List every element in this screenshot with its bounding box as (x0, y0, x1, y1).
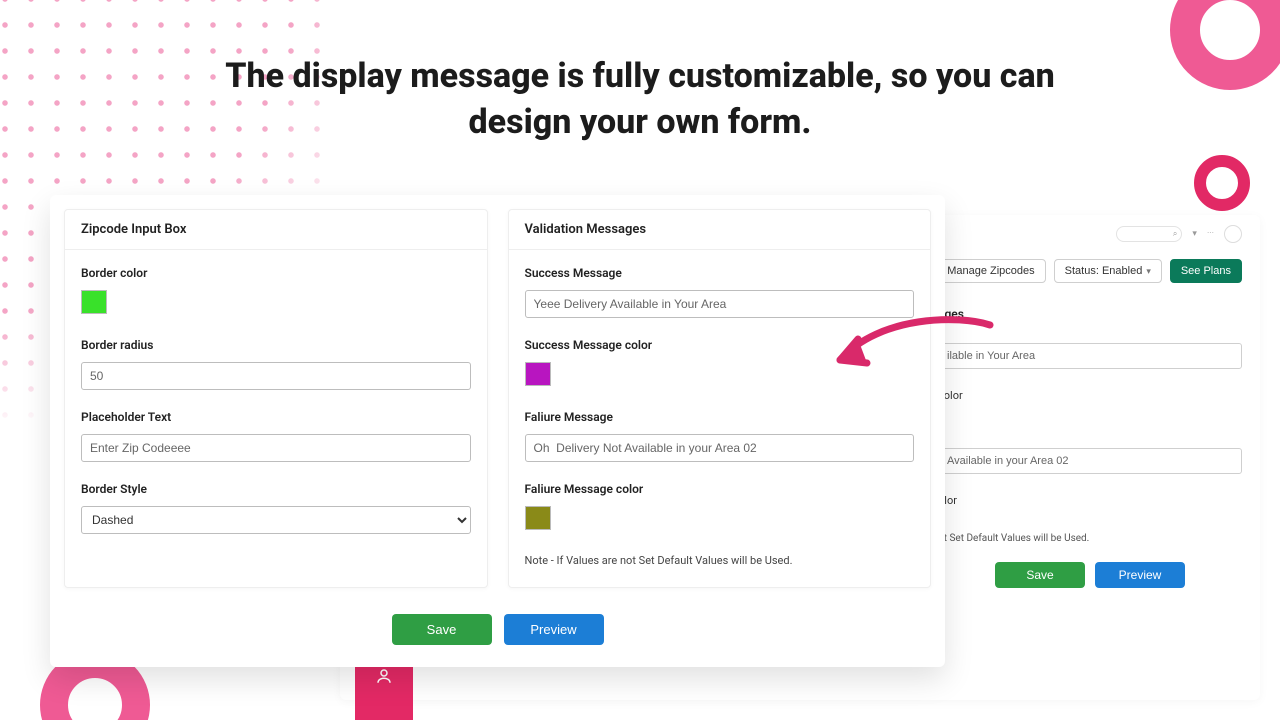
failure-message-label: Faliure Message (525, 410, 915, 424)
foreground-settings-panel: Zipcode Input Box Border color Border ra… (50, 195, 945, 667)
preview-button[interactable]: Preview (504, 614, 604, 645)
border-radius-input[interactable] (81, 362, 471, 390)
border-radius-label: Border radius (81, 338, 471, 352)
dropdown-caret-icon[interactable]: ▾ (1192, 229, 1197, 239)
avatar[interactable] (1224, 225, 1242, 243)
see-plans-button[interactable]: See Plans (1170, 259, 1242, 283)
defaults-note: Note - If Values are not Set Default Val… (525, 554, 915, 567)
success-color-swatch[interactable] (525, 362, 551, 386)
failure-message-input-bg[interactable] (938, 448, 1242, 474)
status-dropdown[interactable]: Status: Enabled▾ (1054, 259, 1162, 283)
preview-button-bg[interactable]: Preview (1095, 562, 1185, 588)
placeholder-text-input[interactable] (81, 434, 471, 462)
user-name-placeholder: ··· (1207, 229, 1214, 239)
success-message-input-bg[interactable] (938, 343, 1242, 369)
card-title: Zipcode Input Box (65, 210, 487, 250)
chevron-down-icon: ▾ (1142, 266, 1151, 276)
failure-message-input[interactable] (525, 434, 915, 462)
defaults-note-partial: ot Set Default Values will be Used. (938, 533, 1242, 544)
failure-color-swatch[interactable] (525, 506, 551, 530)
save-button[interactable]: Save (392, 614, 492, 645)
border-style-select[interactable]: Dashed (81, 506, 471, 534)
success-message-label: Success Message (525, 266, 915, 280)
failure-color-label-partial: olor (938, 494, 1242, 507)
success-color-label-partial: color (938, 389, 1242, 402)
section-title-partial: ages (938, 307, 1242, 321)
page-title: The display message is fully customizabl… (190, 54, 1090, 146)
manage-zipcodes-button[interactable]: Manage Zipcodes (936, 259, 1045, 283)
border-color-label: Border color (81, 266, 471, 280)
user-icon[interactable] (375, 667, 393, 689)
validation-messages-card: Validation Messages Success Message Succ… (508, 209, 932, 588)
save-button-bg[interactable]: Save (995, 562, 1085, 588)
card-title: Validation Messages (509, 210, 931, 250)
decorative-ring (1170, 0, 1280, 90)
success-color-label: Success Message color (525, 338, 915, 352)
decorative-ring (1194, 155, 1250, 211)
placeholder-text-label: Placeholder Text (81, 410, 471, 424)
search-input[interactable]: ⌕ (1116, 226, 1182, 242)
border-style-label: Border Style (81, 482, 471, 496)
failure-color-label: Faliure Message color (525, 482, 915, 496)
success-message-input[interactable] (525, 290, 915, 318)
zipcode-input-box-card: Zipcode Input Box Border color Border ra… (64, 209, 488, 588)
search-icon: ⌕ (1173, 229, 1177, 239)
border-color-swatch[interactable] (81, 290, 107, 314)
